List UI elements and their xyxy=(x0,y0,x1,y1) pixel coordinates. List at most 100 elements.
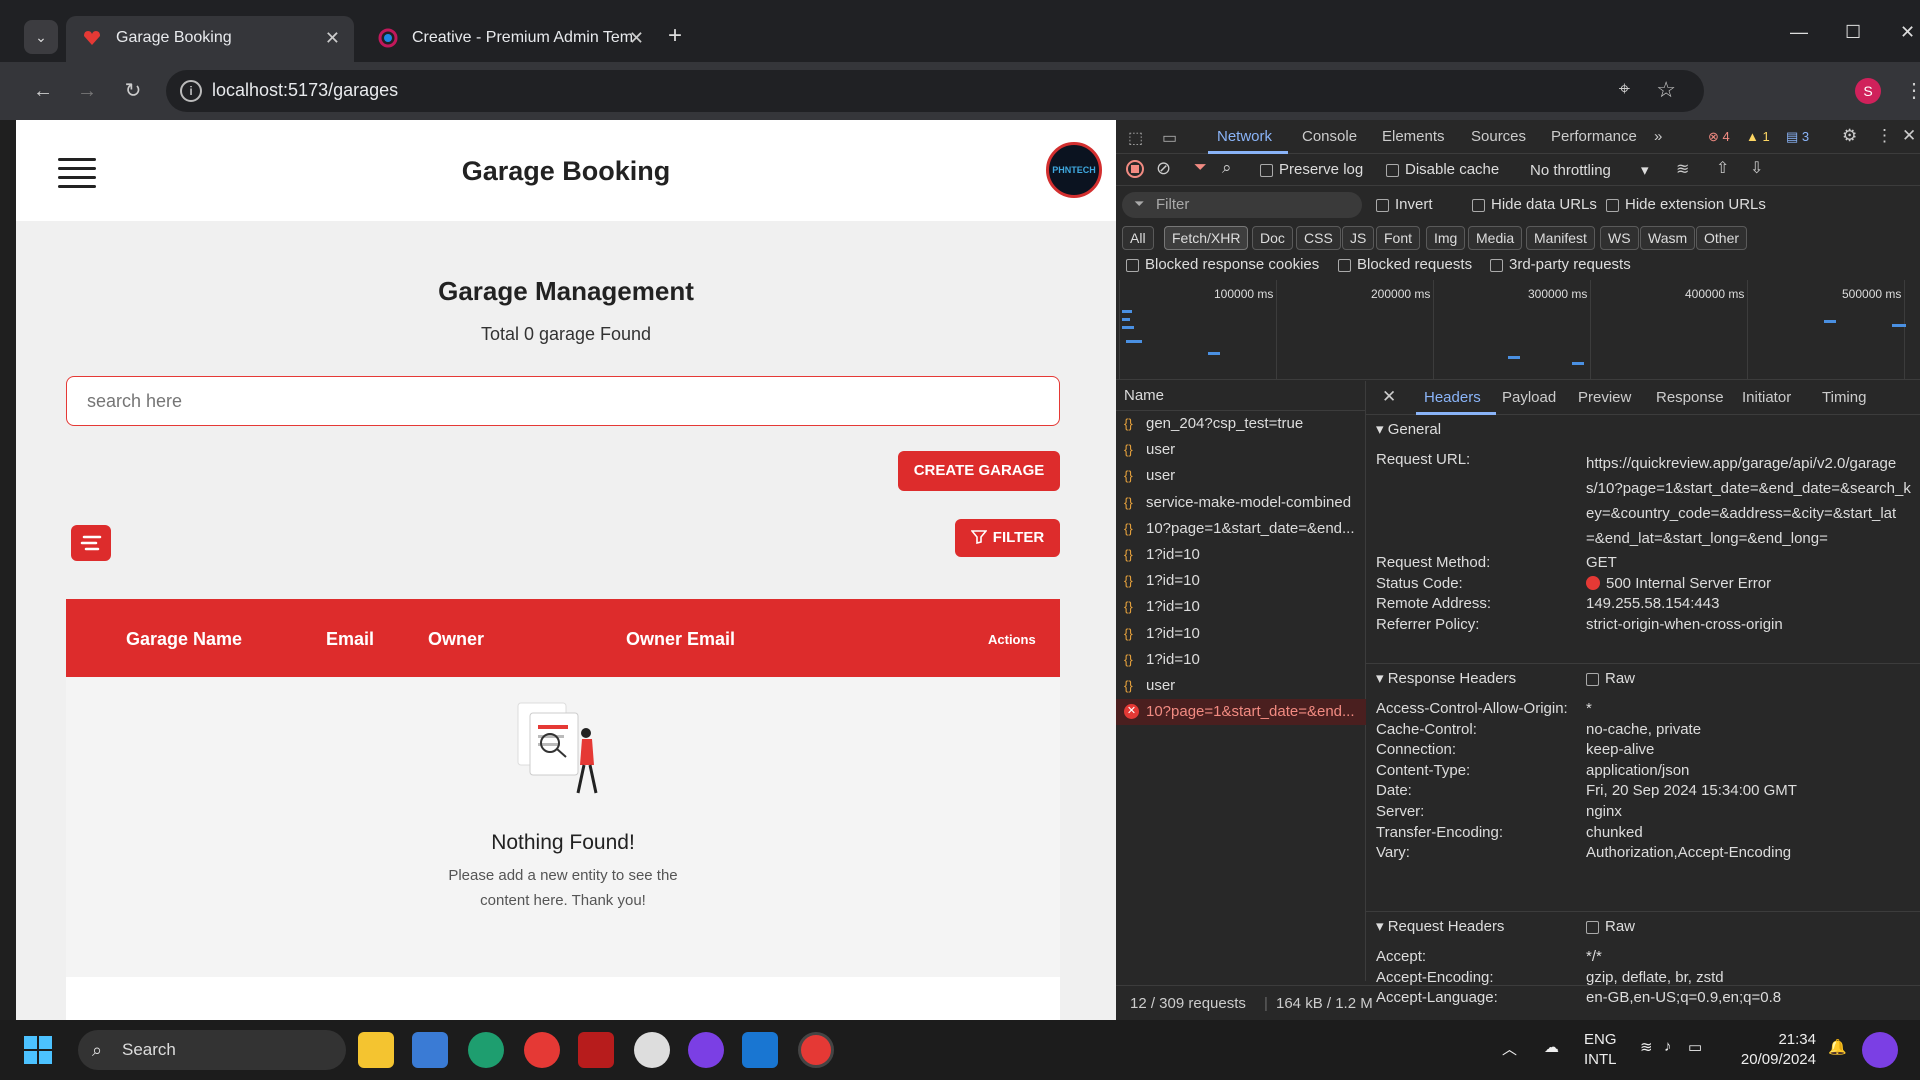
type-filter-css[interactable]: CSS xyxy=(1296,226,1341,250)
network-conditions-icon[interactable]: ≋ xyxy=(1676,159,1689,179)
clear-icon[interactable]: ⊘ xyxy=(1156,158,1171,179)
volume-icon[interactable]: ♪ xyxy=(1664,1038,1672,1055)
request-row[interactable]: {} 1?id=10 xyxy=(1116,594,1366,620)
tab-search-dropdown[interactable]: ⌄ xyxy=(24,20,58,54)
windows-start-icon[interactable] xyxy=(24,1036,52,1064)
taskbar-search[interactable]: ⌕ Search xyxy=(78,1030,346,1070)
response-headers-toggle[interactable]: ▾ Response Headers Raw xyxy=(1366,663,1920,693)
more-tabs-icon[interactable]: » xyxy=(1654,128,1662,145)
notification-bell-icon[interactable]: 🔔 xyxy=(1828,1038,1847,1056)
forward-icon[interactable]: → xyxy=(70,74,104,108)
tab-response[interactable]: Response xyxy=(1656,389,1724,406)
filter-input[interactable]: ⏷ Filter xyxy=(1122,192,1362,218)
preserve-log-checkbox[interactable]: Preserve log xyxy=(1260,161,1363,178)
inspect-element-icon[interactable]: ⬚ xyxy=(1128,128,1143,148)
tab-sources[interactable]: Sources xyxy=(1471,128,1526,145)
import-har-icon[interactable]: ⇧ xyxy=(1716,158,1729,178)
site-info-icon[interactable]: i xyxy=(180,80,202,102)
back-icon[interactable]: ← xyxy=(26,74,60,108)
record-stop-icon[interactable] xyxy=(1126,160,1144,178)
filezilla-icon[interactable] xyxy=(578,1032,614,1068)
browser-menu-icon[interactable]: ⋮ xyxy=(1904,78,1920,103)
filter-button[interactable]: FILTER xyxy=(955,519,1060,557)
minimize-icon[interactable]: — xyxy=(1790,22,1808,43)
search-icon[interactable]: ⌕ xyxy=(1222,158,1232,178)
devtools-menu-icon[interactable]: ⋮ xyxy=(1876,126,1893,146)
chrome-profile-icon[interactable] xyxy=(798,1032,834,1068)
sort-button[interactable] xyxy=(71,525,111,561)
tab-headers[interactable]: Headers xyxy=(1424,389,1481,406)
github-desktop-icon[interactable] xyxy=(688,1032,724,1068)
browser-tab-creative[interactable]: Creative - Premium Admin Tem ✕ xyxy=(362,16,658,62)
search-input[interactable] xyxy=(66,376,1060,426)
type-filter-doc[interactable]: Doc xyxy=(1252,226,1293,250)
tab-initiator[interactable]: Initiator xyxy=(1742,389,1791,406)
copilot-icon[interactable] xyxy=(1862,1032,1898,1068)
close-detail-icon[interactable]: ✕ xyxy=(1382,387,1396,407)
type-filter-font[interactable]: Font xyxy=(1376,226,1421,250)
reload-icon[interactable]: ↻ xyxy=(116,74,150,108)
tab-payload[interactable]: Payload xyxy=(1502,389,1556,406)
new-tab-button[interactable]: + xyxy=(668,22,682,50)
type-filter-img[interactable]: Img xyxy=(1426,226,1466,250)
close-tab-icon[interactable]: ✕ xyxy=(629,16,644,60)
request-headers-toggle[interactable]: ▾ Request Headers Raw xyxy=(1366,911,1920,941)
network-overview-timeline[interactable]: 100000 ms 200000 ms 300000 ms 400000 ms … xyxy=(1116,280,1920,380)
warning-count[interactable]: ▲ 1 xyxy=(1746,129,1770,144)
name-column-header[interactable]: Name xyxy=(1116,381,1366,411)
type-filter-other[interactable]: Other xyxy=(1696,226,1748,250)
tab-console[interactable]: Console xyxy=(1302,128,1357,145)
type-filter-media[interactable]: Media xyxy=(1468,226,1523,250)
browser-tab-garage-booking[interactable]: Garage Booking ✕ xyxy=(66,16,354,62)
close-window-icon[interactable]: ✕ xyxy=(1900,22,1915,43)
raw-checkbox[interactable]: Raw xyxy=(1586,664,1635,694)
hide-extension-urls-checkbox[interactable]: Hide extension URLs xyxy=(1606,196,1766,213)
request-row[interactable]: {} user xyxy=(1116,463,1366,489)
tab-network[interactable]: Network xyxy=(1217,128,1272,145)
request-row[interactable]: {} gen_204?csp_test=true xyxy=(1116,411,1366,437)
device-toolbar-icon[interactable]: ▭ xyxy=(1162,128,1177,148)
bookmark-star-icon[interactable]: ☆ xyxy=(1656,77,1676,103)
throttling-select[interactable]: No throttling ▾ xyxy=(1530,161,1649,179)
type-filter-all[interactable]: All xyxy=(1122,226,1154,250)
location-pin-icon[interactable]: ⌖ xyxy=(1619,78,1630,101)
file-explorer-icon[interactable] xyxy=(358,1032,394,1068)
request-row[interactable]: {} 10?page=1&start_date=&end... xyxy=(1116,516,1366,542)
message-count[interactable]: ▤ 3 xyxy=(1786,129,1809,145)
profile-avatar[interactable]: S xyxy=(1855,78,1881,104)
create-garage-button[interactable]: CREATE GARAGE xyxy=(898,451,1060,491)
vscode-icon[interactable] xyxy=(742,1032,778,1068)
filter-funnel-icon[interactable]: ⏷ xyxy=(1194,159,1207,177)
store-icon[interactable] xyxy=(412,1032,448,1068)
close-devtools-icon[interactable]: ✕ xyxy=(1902,126,1916,146)
error-count[interactable]: ⊗ 4 xyxy=(1708,129,1730,145)
tab-elements[interactable]: Elements xyxy=(1382,128,1445,145)
type-filter-js[interactable]: JS xyxy=(1342,226,1375,250)
export-har-icon[interactable]: ⇩ xyxy=(1750,158,1763,178)
battery-icon[interactable]: ▭ xyxy=(1688,1038,1702,1056)
request-row[interactable]: {} user xyxy=(1116,673,1366,699)
request-row[interactable]: {} 1?id=10 xyxy=(1116,568,1366,594)
language-indicator[interactable]: ENG INTL xyxy=(1584,1030,1617,1070)
chrome-icon[interactable] xyxy=(524,1032,560,1068)
address-bar[interactable]: i localhost:5173/garages ⌖ ☆ xyxy=(166,70,1704,112)
request-row[interactable]: {} service-make-model-combined xyxy=(1116,490,1366,516)
invert-checkbox[interactable]: Invert xyxy=(1376,196,1433,213)
type-filter-wasm[interactable]: Wasm xyxy=(1640,226,1696,250)
close-tab-icon[interactable]: ✕ xyxy=(325,16,340,60)
clock-app-icon[interactable] xyxy=(634,1032,670,1068)
request-row[interactable]: {} 1?id=10 xyxy=(1116,647,1366,673)
third-party-checkbox[interactable]: 3rd-party requests xyxy=(1490,256,1631,273)
brand-logo[interactable]: PHNTECH xyxy=(1046,142,1102,198)
clock[interactable]: 21:34 20/09/2024 xyxy=(1736,1030,1816,1070)
tray-chevron-icon[interactable]: ︿ xyxy=(1502,1038,1517,1059)
type-filter-fetch-xhr[interactable]: Fetch/XHR xyxy=(1164,226,1249,250)
tab-preview[interactable]: Preview xyxy=(1578,389,1631,406)
hide-data-urls-checkbox[interactable]: Hide data URLs xyxy=(1472,196,1597,213)
type-filter-manifest[interactable]: Manifest xyxy=(1526,226,1595,250)
settings-gear-icon[interactable]: ⚙ xyxy=(1842,126,1857,146)
maximize-icon[interactable]: ☐ xyxy=(1845,22,1861,43)
onedrive-icon[interactable]: ☁ xyxy=(1544,1038,1559,1056)
request-row[interactable]: {} 1?id=10 xyxy=(1116,621,1366,647)
type-filter-ws[interactable]: WS xyxy=(1600,226,1639,250)
